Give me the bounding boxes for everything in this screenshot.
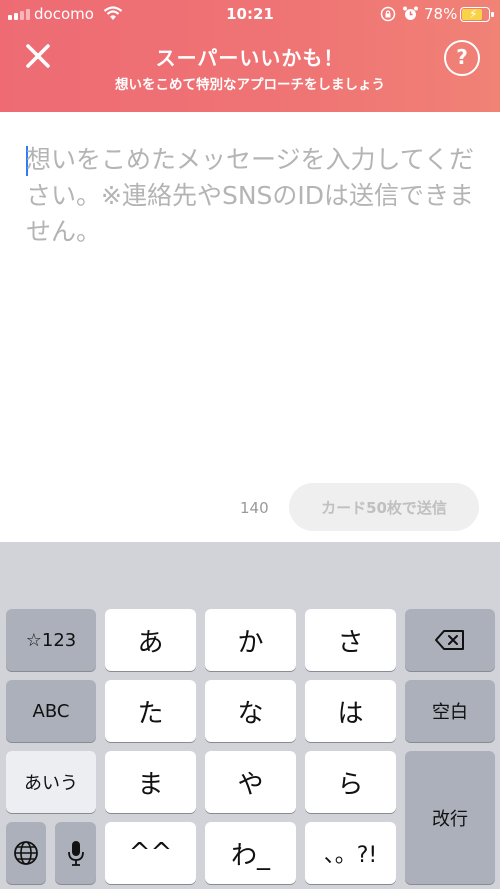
key-wa[interactable]: わ_ xyxy=(205,822,296,884)
key-ma[interactable]: ま xyxy=(105,751,196,813)
key-kana-mode[interactable]: あいう xyxy=(6,751,96,813)
app-header: docomo 10:21 78% ⚡ スーパーいいかも！ 想いをこめて特別なアプ… xyxy=(0,0,500,112)
alarm-icon xyxy=(403,6,418,20)
battery-icon: ⚡ xyxy=(460,7,494,22)
globe-key[interactable] xyxy=(6,822,46,884)
char-count: 140 xyxy=(240,499,269,517)
japanese-keyboard: ☆123 あ か さ ABC た な は 空白 あいう ま や ら 改行 ^^ … xyxy=(0,542,500,889)
orientation-lock-icon xyxy=(380,6,396,22)
backspace-key[interactable] xyxy=(405,609,495,671)
key-ya[interactable]: や xyxy=(205,751,296,813)
key-return[interactable]: 改行 xyxy=(405,751,495,884)
charging-icon: ⚡ xyxy=(469,7,478,21)
key-ka[interactable]: か xyxy=(205,609,296,671)
message-area: 140 カード50枚で送信 xyxy=(0,112,500,542)
key-sa[interactable]: さ xyxy=(305,609,396,671)
key-punctuation[interactable]: 、。?! xyxy=(305,822,396,884)
page-title: スーパーいいかも！ xyxy=(155,46,345,70)
globe-icon xyxy=(14,841,38,865)
key-a[interactable]: あ xyxy=(105,609,196,671)
key-abc[interactable]: ABC xyxy=(6,680,96,742)
microphone-icon xyxy=(67,841,84,866)
status-bar: docomo 10:21 78% ⚡ xyxy=(0,0,500,28)
key-space[interactable]: 空白 xyxy=(405,680,495,742)
send-button[interactable]: カード50枚で送信 xyxy=(289,483,479,531)
message-input[interactable] xyxy=(26,142,476,492)
dictation-key[interactable] xyxy=(55,822,96,884)
battery-percent: 78% xyxy=(424,5,458,23)
key-ha[interactable]: は xyxy=(305,680,396,742)
help-button[interactable]: ? xyxy=(444,40,480,76)
backspace-icon xyxy=(435,630,464,650)
key-na[interactable]: な xyxy=(205,680,296,742)
key-ta[interactable]: た xyxy=(105,680,196,742)
key-emoticon[interactable]: ^^ xyxy=(105,822,196,884)
page-subtitle: 想いをこめて特別なアプローチをしましょう xyxy=(115,77,385,93)
key-numbers-mode[interactable]: ☆123 xyxy=(6,609,96,671)
key-ra[interactable]: ら xyxy=(305,751,396,813)
